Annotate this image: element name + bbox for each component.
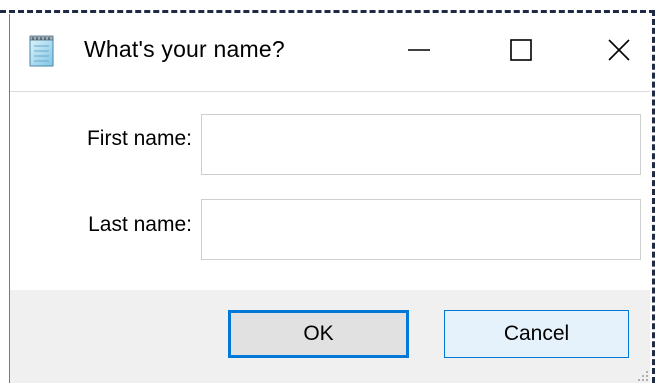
title-separator <box>10 91 650 92</box>
title-bar[interactable]: What's your name? <box>10 14 650 90</box>
selection-border-top <box>0 10 655 13</box>
cancel-button[interactable]: Cancel <box>444 310 629 358</box>
name-dialog: What's your name? First name: Last name: <box>9 14 650 383</box>
close-icon <box>607 38 631 67</box>
maximize-button[interactable] <box>498 30 544 74</box>
notepad-icon <box>27 34 57 68</box>
first-name-field[interactable] <box>201 114 641 175</box>
last-name-label: Last name: <box>88 213 192 236</box>
maximize-icon <box>509 38 533 67</box>
ok-button[interactable]: OK <box>228 310 409 358</box>
last-name-field[interactable] <box>201 199 641 260</box>
resize-grip-icon[interactable] <box>637 369 649 381</box>
first-name-label: First name: <box>86 127 192 150</box>
window-title: What's your name? <box>84 36 285 62</box>
minimize-button[interactable] <box>396 30 442 74</box>
button-bar: OK Cancel <box>10 290 650 383</box>
close-button[interactable] <box>596 30 642 74</box>
minimize-icon <box>407 38 431 67</box>
screen: What's your name? First name: Last name: <box>0 0 655 383</box>
